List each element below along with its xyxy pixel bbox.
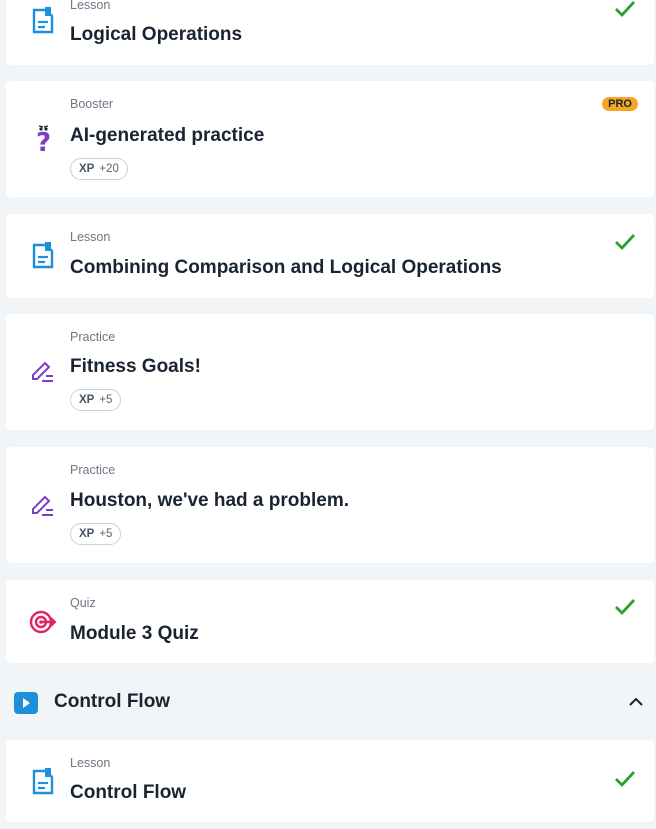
item-type-label: Practice (70, 330, 116, 344)
xp-value: +5 (99, 528, 113, 540)
item-title: Control Flow (70, 782, 187, 803)
booster-card-ai-practice[interactable]: Booster PRO ? AI-generated practice XP +… (6, 81, 654, 197)
item-title: Combining Comparison and Logical Operati… (70, 257, 502, 278)
pro-badge: PRO (602, 97, 638, 111)
item-title: Houston, we've had a problem. (70, 490, 350, 511)
practice-card-fitness-goals[interactable]: Practice Fitness Goals! XP +5 (6, 314, 654, 430)
item-title: Logical Operations (70, 24, 243, 45)
item-type-label: Lesson (70, 230, 111, 244)
question-mark-icon: ? (28, 125, 58, 156)
lesson-doc-icon (28, 6, 58, 36)
pencil-icon (28, 357, 58, 387)
item-type-label: Booster (70, 97, 114, 111)
xp-badge: XP +5 (70, 523, 122, 545)
practice-card-houston[interactable]: Practice Houston, we've had a problem. X… (6, 447, 654, 563)
quiz-card-module-3[interactable]: Quiz Module 3 Quiz (6, 580, 654, 663)
lesson-card-combining[interactable]: Lesson Combining Comparison and Logical … (6, 214, 654, 298)
xp-value: +5 (99, 394, 113, 406)
lesson-card-control-flow[interactable]: Lesson Control Flow (6, 740, 654, 822)
item-title: AI-generated practice (70, 125, 265, 146)
item-type-label: Practice (70, 463, 116, 477)
xp-label: XP (79, 528, 95, 540)
checkmark-icon (615, 599, 636, 616)
svg-text:?: ? (36, 128, 51, 156)
xp-label: XP (79, 394, 95, 406)
lesson-doc-icon (28, 767, 58, 797)
section-title: Control Flow (54, 691, 171, 712)
pencil-icon (28, 491, 58, 521)
item-type-label: Lesson (70, 0, 111, 12)
xp-badge: XP +5 (70, 389, 122, 411)
item-title: Fitness Goals! (70, 356, 201, 377)
lesson-doc-icon (28, 241, 58, 271)
xp-badge: XP +20 (70, 158, 128, 180)
lesson-card-logical-operations[interactable]: Lesson Logical Operations (6, 0, 654, 65)
target-icon (28, 607, 58, 637)
item-type-label: Lesson (70, 756, 111, 770)
chevron-up-icon[interactable] (628, 695, 644, 709)
section-header-control-flow[interactable]: Control Flow (0, 683, 656, 723)
xp-value: +20 (99, 163, 119, 175)
checkmark-icon (615, 234, 636, 251)
checkmark-icon (615, 1, 636, 18)
item-title: Module 3 Quiz (70, 623, 199, 644)
item-type-label: Quiz (70, 596, 96, 610)
xp-label: XP (79, 163, 95, 175)
play-icon (14, 692, 38, 714)
checkmark-icon (615, 771, 636, 788)
